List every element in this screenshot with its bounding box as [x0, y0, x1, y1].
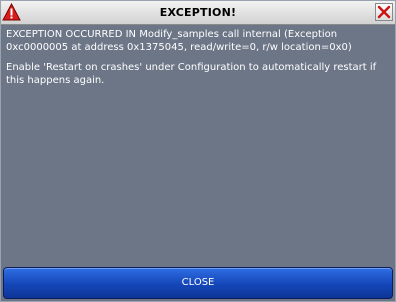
message-area: EXCEPTION OCCURRED IN Modify_samples cal…	[6, 28, 390, 94]
title-bar: EXCEPTION!	[1, 1, 395, 25]
close-button[interactable]: CLOSE	[3, 267, 393, 299]
dialog-title: EXCEPTION!	[159, 6, 237, 19]
restart-hint: Enable 'Restart on crashes' under Config…	[6, 62, 377, 86]
exception-message: EXCEPTION OCCURRED IN Modify_samples cal…	[6, 29, 352, 53]
warning-icon	[2, 2, 21, 21]
close-icon[interactable]	[375, 3, 393, 21]
exception-dialog: EXCEPTION! EXCEPTION OCCURRED IN Modify_…	[0, 0, 396, 302]
